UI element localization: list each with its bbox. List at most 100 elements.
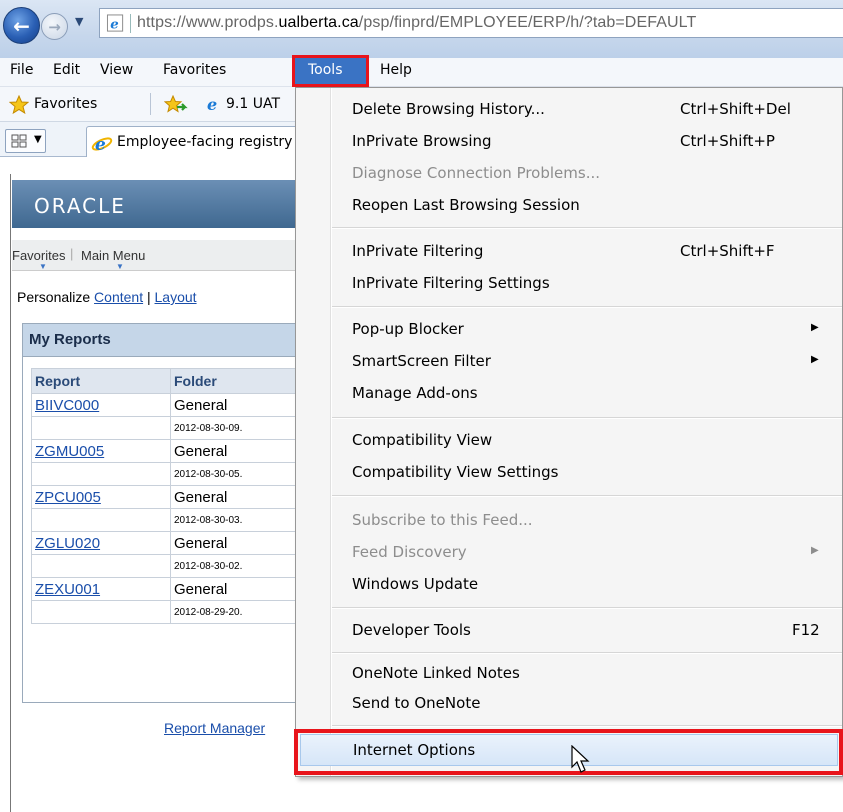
ie-page-icon: e [106,14,131,33]
report-link[interactable]: ZPCU005 [35,489,101,506]
menu-item-label: OneNote Linked Notes [352,664,520,682]
menu-bar: File Edit View Favorites Tools Help [0,55,843,87]
menu-item-inprivate-filtering[interactable]: InPrivate Filtering Ctrl+Shift+F [296,236,842,266]
menu-item-label: Feed Discovery [352,543,467,561]
menu-item-compat-view-settings[interactable]: Compatibility View Settings [296,457,842,487]
submenu-arrow-icon: ▶ [811,354,819,365]
menu-item-manage-addons[interactable]: Manage Add-ons [296,378,842,408]
menu-item-shortcut: Ctrl+Shift+F [680,242,775,260]
portal-nav: Favorites | Main Menu ▼ ▼ [12,240,312,271]
personalize-links: Personalize Content | Layout [17,289,197,305]
tab-title: Employee-facing registry [117,134,293,150]
personalize-content-link[interactable]: Content [94,289,143,305]
svg-text:e: e [110,17,118,32]
table-row: ZGMU005 General [31,439,321,463]
tools-dropdown-menu: Delete Browsing History... Ctrl+Shift+De… [295,87,843,777]
favorites-star-icon [9,95,29,114]
menu-help[interactable]: Help [380,62,412,78]
table-header-row: Report Folder [31,368,321,394]
back-arrow-icon: ← [13,13,30,38]
menu-separator [332,725,842,727]
menu-item-label: Send to OneNote [352,694,481,712]
report-link[interactable]: BIIVC000 [35,397,99,414]
menu-item-label: Subscribe to this Feed... [352,511,533,529]
menu-favorites[interactable]: Favorites [163,62,226,78]
quick-tabs-icon [11,134,27,148]
favorite-link-uat[interactable]: 9.1 UAT [226,96,280,112]
menu-item-inprivate-filtering-settings[interactable]: InPrivate Filtering Settings [296,268,842,298]
mouse-cursor-icon [571,745,590,773]
table-row: BIIVC000 General [31,393,321,417]
menu-item-label: InPrivate Filtering Settings [352,274,550,292]
menu-item-label: Compatibility View Settings [352,463,559,481]
menu-item-label: SmartScreen Filter [352,352,491,370]
menu-separator [332,652,842,654]
nav-favorites-chevron-icon: ▼ [39,262,47,271]
report-link[interactable]: ZGLU020 [35,535,100,552]
menu-item-popup-blocker[interactable]: Pop-up Blocker ▶ [296,314,842,344]
add-to-favorites-icon[interactable] [164,95,188,114]
table-row-date: 2012-08-30-05. [31,462,321,486]
ie-tab-icon: e [91,135,113,153]
personalize-separator: | [146,289,151,305]
history-dropdown-icon[interactable]: ▼ [75,15,83,28]
nav-main-menu[interactable]: Main Menu [81,248,145,263]
menu-item-onenote-linked[interactable]: OneNote Linked Notes [296,658,842,688]
menu-separator [332,227,842,229]
menu-separator [332,607,842,609]
nav-favorites[interactable]: Favorites [12,248,65,263]
menu-view[interactable]: View [100,62,133,78]
menu-item-reopen-session[interactable]: Reopen Last Browsing Session [296,190,842,220]
menu-item-label: Windows Update [352,575,479,593]
menu-item-developer-tools[interactable]: Developer Tools F12 [296,615,842,645]
favorites-divider [150,93,151,115]
menu-item-delete-history[interactable]: Delete Browsing History... Ctrl+Shift+De… [296,94,842,124]
ie-link-icon: e [207,95,217,113]
table-row-date: 2012-08-30-02. [31,554,321,578]
tab-list-dropdown-icon[interactable]: ▼ [34,134,42,145]
personalize-layout-link[interactable]: Layout [155,289,197,305]
menu-item-label: Pop-up Blocker [352,320,464,338]
reports-table: Report Folder BIIVC000 General 2012-08-3… [31,368,321,624]
report-manager-link[interactable]: Report Manager [164,720,265,736]
menu-item-label: InPrivate Browsing [352,132,492,150]
nav-main-menu-chevron-icon: ▼ [116,262,124,271]
my-reports-header: My Reports [23,324,311,357]
svg-text:e: e [95,135,106,153]
menu-item-label: Diagnose Connection Problems... [352,164,601,182]
favorites-button[interactable]: Favorites [34,96,97,112]
menu-item-label: Delete Browsing History... [352,100,545,118]
menu-item-feed-discovery: Feed Discovery ▶ [296,537,842,567]
menu-item-send-to-onenote[interactable]: Send to OneNote [296,688,842,718]
menu-separator [332,306,842,308]
menu-item-inprivate-browsing[interactable]: InPrivate Browsing Ctrl+Shift+P [296,126,842,156]
menu-item-label: Reopen Last Browsing Session [352,196,580,214]
table-row-date: 2012-08-30-09. [31,416,321,440]
oracle-logo: ORACLE [34,194,126,218]
menu-item-windows-update[interactable]: Windows Update [296,569,842,599]
table-row: ZPCU005 General [31,485,321,509]
svg-text:e: e [207,95,217,113]
report-link[interactable]: ZEXU001 [35,581,100,598]
table-row: ZGLU020 General [31,531,321,555]
table-row-date: 2012-08-29-20. [31,600,321,624]
back-button[interactable]: ← [3,7,40,44]
report-link[interactable]: ZGMU005 [35,443,104,460]
menu-tools[interactable]: Tools [292,55,369,87]
menu-file[interactable]: File [10,62,33,78]
forward-button[interactable]: → [41,13,68,40]
submenu-arrow-icon: ▶ [811,545,819,556]
menu-edit[interactable]: Edit [53,62,80,78]
quick-tabs-button[interactable]: ▼ [5,129,46,153]
personalize-label: Personalize [17,289,91,305]
menu-item-compat-view[interactable]: Compatibility View [296,425,842,455]
url-text: https://www.prodps.ualberta.ca/psp/finpr… [137,14,697,31]
submenu-arrow-icon: ▶ [811,322,819,333]
menu-item-label: Developer Tools [352,621,471,639]
menu-item-label: Compatibility View [352,431,493,449]
table-row: ZEXU001 General [31,577,321,601]
oracle-header: ORACLE [12,180,312,228]
menu-item-smartscreen[interactable]: SmartScreen Filter ▶ [296,346,842,376]
url-input[interactable]: e https://www.prodps.ualberta.ca/psp/fin… [99,8,843,38]
menu-item-shortcut: F12 [792,621,820,639]
